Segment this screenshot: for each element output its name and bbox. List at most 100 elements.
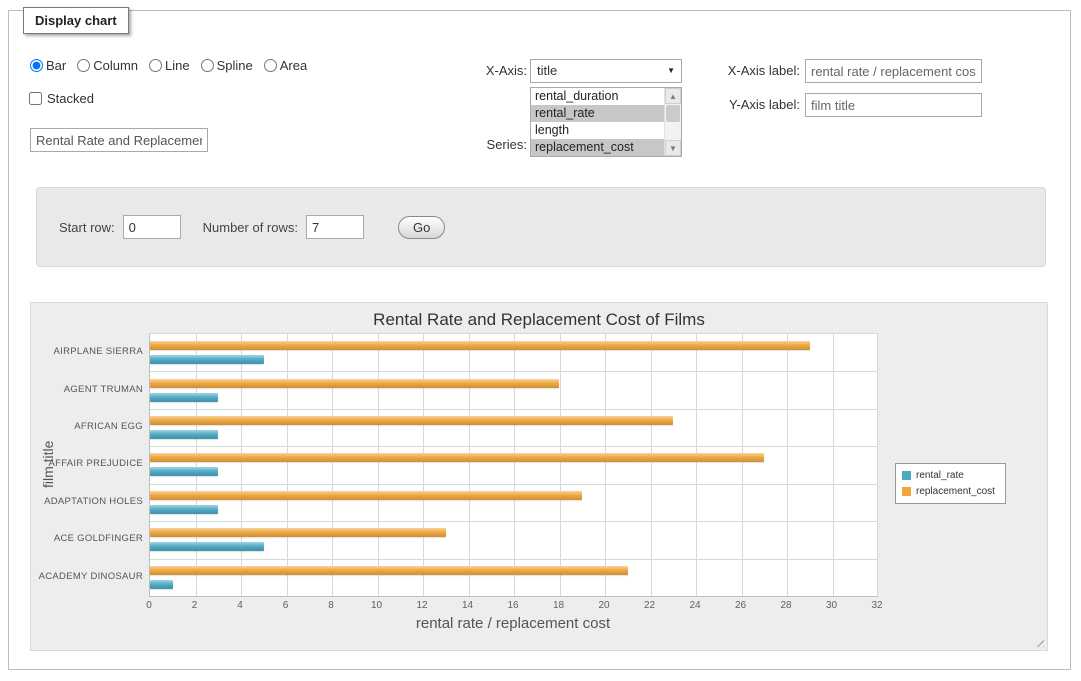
x-axis-label-label: X-Axis label: [705,59,800,83]
chart-type-radio-column[interactable] [77,59,90,72]
stacked-checkbox[interactable] [29,92,42,105]
resize-handle-icon[interactable] [1033,636,1044,647]
chart-container: Rental Rate and Replacement Cost of Film… [30,302,1048,651]
listbox-scrollbar[interactable]: ▲ ▼ [664,88,681,156]
series-option-rental_duration[interactable]: rental_duration [531,88,664,105]
x-tick-label: 22 [644,600,655,611]
x-ticks: 02468101214161820222426283032 [149,600,877,612]
legend-swatch [902,487,911,496]
chart-type-radio-label: Column [93,58,138,73]
x-axis-select-label: X-Axis: [437,59,527,83]
start-row-label: Start row: [59,220,115,235]
scrollbar-thumb[interactable] [666,105,680,122]
bar-group [150,521,878,558]
x-axis-label-input[interactable] [805,59,982,83]
x-tick-label: 6 [283,600,289,611]
bar-replacement_cost[interactable] [150,379,559,388]
bar-group [150,409,878,446]
x-tick-label: 28 [780,600,791,611]
chart-type-radio-label: Spline [217,58,253,73]
number-of-rows-input[interactable] [306,215,364,239]
legend-item-replacement_cost[interactable]: replacement_cost [902,486,995,497]
legend-label: replacement_cost [916,486,995,497]
bar-rental_rate[interactable] [150,542,264,551]
x-tick-label: 24 [689,600,700,611]
legend-swatch [902,471,911,480]
bar-rental_rate[interactable] [150,580,173,589]
bar-group [150,334,878,371]
x-axis-select[interactable]: title ▼ [530,59,682,83]
x-tick-label: 8 [328,600,334,611]
chart-type-option-column[interactable]: Column [77,58,138,73]
series-listbox[interactable]: rental_durationrental_ratelengthreplacem… [530,87,682,157]
start-row-input[interactable] [123,215,181,239]
legend-label: rental_rate [916,470,964,481]
x-tick-label: 12 [416,600,427,611]
chart-type-radio-label: Line [165,58,190,73]
x-tick-label: 26 [735,600,746,611]
bar-rental_rate[interactable] [150,393,218,402]
number-of-rows-label: Number of rows: [203,220,298,235]
x-tick-label: 18 [553,600,564,611]
category-label: ADAPTATION HOLES [41,483,143,520]
bar-replacement_cost[interactable] [150,491,582,500]
chart-type-radio-line[interactable] [149,59,162,72]
bar-rental_rate[interactable] [150,355,264,364]
chart-type-radio-bar[interactable] [30,59,43,72]
y-axis-label-label: Y-Axis label: [705,93,800,117]
chart-type-option-spline[interactable]: Spline [201,58,253,73]
scroll-down-icon[interactable]: ▼ [665,140,681,156]
chevron-down-icon: ▼ [667,60,675,82]
chart-type-option-line[interactable]: Line [149,58,190,73]
x-tick-label: 20 [598,600,609,611]
bar-rental_rate[interactable] [150,467,218,476]
chart-type-option-bar[interactable]: Bar [30,58,66,73]
series-option-rental_rate[interactable]: rental_rate [531,105,664,122]
category-label: AGENT TRUMAN [41,370,143,407]
x-tick-label: 14 [462,600,473,611]
plot-area [149,333,878,597]
display-chart-panel: Display chart Bar Column Line Spline Area St… [8,10,1071,670]
bar-group [150,446,878,483]
bar-rental_rate[interactable] [150,505,218,514]
chart-type-radios: Bar Column Line Spline Area [30,58,307,73]
y-axis-label-input[interactable] [805,93,982,117]
bar-replacement_cost[interactable] [150,453,764,462]
legend-item-rental_rate[interactable]: rental_rate [902,470,995,481]
chart-type-radio-spline[interactable] [201,59,214,72]
x-tick-label: 0 [146,600,152,611]
x-axis-selected-value: title [537,63,557,78]
bar-replacement_cost[interactable] [150,566,628,575]
chart-type-radio-area[interactable] [264,59,277,72]
series-option-replacement_cost[interactable]: replacement_cost [531,139,664,156]
scroll-up-icon[interactable]: ▲ [665,88,681,104]
x-tick-label: 32 [871,600,882,611]
row-controls-panel: Start row: Number of rows: Go [36,187,1046,267]
bar-replacement_cost[interactable] [150,528,446,537]
bar-replacement_cost[interactable] [150,416,673,425]
category-label: AIRPLANE SIERRA [41,333,143,370]
chart-type-option-area[interactable]: Area [264,58,307,73]
panel-title: Display chart [23,7,129,34]
chart-title: Rental Rate and Replacement Cost of Film… [31,310,1047,330]
chart-type-radio-label: Bar [46,58,66,73]
x-axis-title: rental rate / replacement cost [149,615,877,632]
bar-group [150,371,878,408]
category-labels: AIRPLANE SIERRAAGENT TRUMANAFRICAN EGGAF… [41,333,143,595]
x-tick-label: 10 [371,600,382,611]
x-tick-label: 16 [507,600,518,611]
series-listbox-options: rental_durationrental_ratelengthreplacem… [531,88,664,156]
bar-rental_rate[interactable] [150,430,218,439]
go-button[interactable]: Go [398,216,445,239]
chart-title-input[interactable] [30,128,208,152]
series-select-label: Series: [437,135,527,155]
x-tick-label: 4 [237,600,243,611]
stacked-control[interactable]: Stacked [29,91,94,106]
category-label: AFFAIR PREJUDICE [41,445,143,482]
x-tick-label: 2 [192,600,198,611]
category-label: ACE GOLDFINGER [41,520,143,557]
bar-replacement_cost[interactable] [150,341,810,350]
series-option-length[interactable]: length [531,122,664,139]
chart-legend: rental_rate replacement_cost [895,463,1006,504]
bar-group [150,559,878,596]
